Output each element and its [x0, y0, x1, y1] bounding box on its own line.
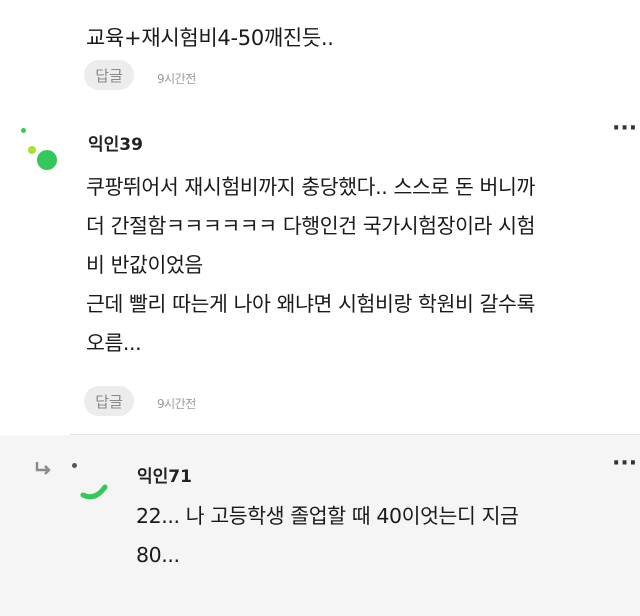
- avatar-arc-icon: [80, 484, 108, 500]
- avatar-dot-icon: [72, 463, 77, 468]
- reply-line: 80...: [136, 543, 180, 567]
- comment-line: 오름...: [86, 331, 142, 355]
- avatar-dot-icon: [21, 128, 26, 133]
- reply-button[interactable]: 답글: [84, 60, 134, 90]
- reply-button[interactable]: 답글: [84, 386, 134, 416]
- reply-thread: 익인71 ··· 22... 나 고등학생 졸업할 때 40이엇는디 지금 80…: [0, 435, 640, 616]
- reply-line: 22... 나 고등학생 졸업할 때 40이엇는디 지금: [136, 504, 519, 528]
- previous-comment-cut-line: ㅇ ㅇ ㅇ ㅇ ㅇ ㅇ ㅇ ㅇ ㅇ: [86, 0, 324, 10]
- previous-comment-text: 교육+재시험비4-50깨진듯..: [86, 26, 334, 50]
- comment-line: 비 반값이었음: [86, 253, 203, 277]
- comment-line: 더 간절함ㅋㅋㅋㅋㅋㅋ 다행인건 국가시험장이라 시험: [86, 214, 536, 238]
- reply-body: 22... 나 고등학생 졸업할 때 40이엇는디 지금 80...: [136, 497, 519, 575]
- username[interactable]: 익인39: [88, 130, 143, 155]
- avatar-dot-icon: [37, 150, 57, 170]
- more-options-icon[interactable]: ···: [612, 118, 637, 140]
- username[interactable]: 익인71: [137, 462, 192, 487]
- reply-arrow-icon: [35, 462, 51, 475]
- comment-line: 쿠팡뛰어서 재시험비까지 충당했다.. 스스로 돈 버니까: [86, 175, 535, 199]
- comment-time: 9시간전: [157, 72, 196, 86]
- comment-line: 근데 빨리 따는게 나아 왜냐면 시험비랑 학원비 갈수록: [86, 292, 535, 316]
- avatar-dot-icon: [28, 146, 36, 154]
- comment-time: 9시간전: [157, 397, 196, 411]
- comment-body: 쿠팡뛰어서 재시험비까지 충당했다.. 스스로 돈 버니까 더 간절함ㅋㅋㅋㅋㅋ…: [86, 168, 535, 363]
- more-options-icon[interactable]: ···: [612, 453, 637, 475]
